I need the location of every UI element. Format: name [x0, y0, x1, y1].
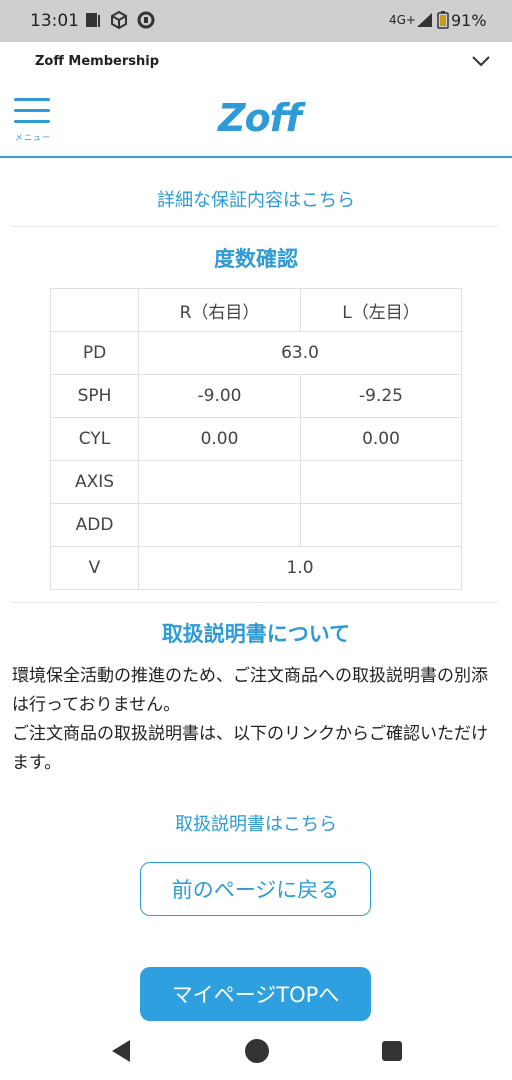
table-row-v: V 1.0 [50, 546, 462, 590]
add-left-value [300, 503, 462, 547]
row-label: SPH [50, 374, 139, 418]
sph-left-value: -9.25 [300, 374, 462, 418]
hamburger-icon [14, 98, 50, 101]
battery-icon [437, 11, 449, 29]
back-triangle-icon[interactable] [110, 1039, 132, 1063]
manual-paragraph: 環境保全活動の推進のため、ご注文商品への取扱説明書の別添は行っておりません。 [12, 666, 488, 715]
chevron-down-icon[interactable] [472, 55, 490, 67]
site-header: メニュー Zoff [0, 82, 512, 158]
table-row-axis: AXIS [50, 460, 462, 504]
row-label: CYL [50, 417, 139, 461]
warranty-details-link[interactable]: 詳細な保証内容はこちら [0, 186, 512, 212]
sync-icon [137, 11, 155, 29]
back-to-previous-button[interactable]: 前のページに戻る [140, 862, 371, 916]
membership-title: Zoff Membership [35, 54, 160, 69]
signal-icon [417, 13, 432, 27]
status-time: 13:01 [30, 11, 79, 31]
package-icon [111, 11, 127, 29]
notification-icon [86, 13, 100, 27]
home-circle-icon[interactable] [245, 1039, 269, 1063]
manual-title: 取扱説明書について [161, 622, 351, 646]
divider [12, 226, 498, 227]
row-label: V [50, 546, 139, 590]
manual-description: 環境保全活動の推進のため、ご注文商品への取扱説明書の別添は行っておりません。 ご… [12, 662, 502, 778]
network-type: 4G+ [389, 13, 416, 27]
axis-right-value [138, 460, 301, 504]
pd-value: 63.0 [138, 331, 462, 375]
table-row-pd: PD 63.0 [50, 331, 462, 375]
prescription-table: R（右目） L（左目） PD 63.0 SPH -9.00 -9.25 CYL … [50, 288, 462, 590]
table-header-row: R（右目） L（左目） [50, 288, 462, 332]
prescription-title: 度数確認 [214, 247, 298, 271]
header-cell-right-eye: R（右目） [138, 288, 301, 332]
table-row-add: ADD [50, 503, 462, 547]
manual-link[interactable]: 取扱説明書はこちら [0, 810, 512, 836]
menu-button[interactable]: メニュー [14, 98, 52, 146]
cyl-right-value: 0.00 [138, 417, 301, 461]
row-label: PD [50, 331, 139, 375]
system-nav-bar [0, 1022, 512, 1080]
row-label: AXIS [50, 460, 139, 504]
recent-square-icon[interactable] [382, 1041, 402, 1061]
mypage-top-button[interactable]: マイページTOPへ [140, 967, 371, 1021]
v-value: 1.0 [138, 546, 462, 590]
table-row-cyl: CYL 0.00 0.00 [50, 417, 462, 461]
divider [12, 602, 498, 603]
menu-label: メニュー [15, 133, 51, 142]
axis-left-value [300, 460, 462, 504]
table-row-sph: SPH -9.00 -9.25 [50, 374, 462, 418]
zoff-logo[interactable]: Zoff [218, 96, 302, 140]
sph-right-value: -9.00 [138, 374, 301, 418]
status-bar: 13:01 4G+ 91% [0, 0, 512, 42]
header-cell [50, 288, 139, 332]
cyl-left-value: 0.00 [300, 417, 462, 461]
add-right-value [138, 503, 301, 547]
manual-paragraph: ご注文商品の取扱説明書は、以下のリンクからご確認いただけます。 [12, 724, 488, 773]
row-label: ADD [50, 503, 139, 547]
header-cell-left-eye: L（左目） [300, 288, 462, 332]
battery-percent: 91% [451, 11, 487, 30]
membership-bar[interactable]: Zoff Membership [0, 42, 512, 82]
